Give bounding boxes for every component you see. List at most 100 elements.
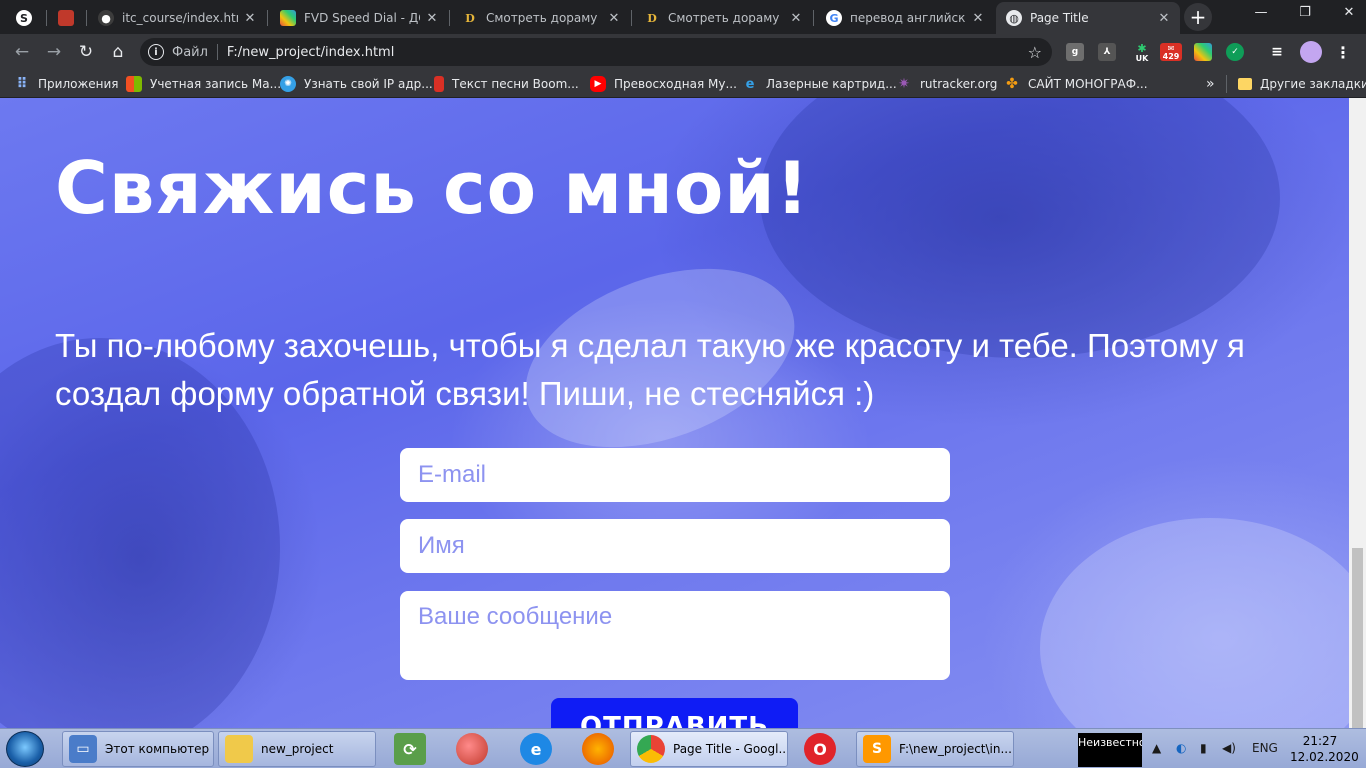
tab-dorama-2[interactable]: D Смотреть дораму По ✕ <box>634 2 812 34</box>
taskbar-item-sublime[interactable]: S F:\new_project\in... <box>856 731 1014 767</box>
close-icon[interactable]: ✕ <box>970 11 986 26</box>
lyrics-icon <box>434 76 444 92</box>
info-icon[interactable]: i <box>148 44 164 60</box>
tab-page-title[interactable]: ◍ Page Title ✕ <box>996 2 1180 34</box>
address-divider <box>216 44 218 60</box>
language-indicator[interactable]: ENG <box>1252 741 1278 755</box>
bookmark-label: Узнать свой IP адр... <box>304 77 433 91</box>
bookmark-apps[interactable]: ⠿ Приложения <box>14 75 119 93</box>
forward-icon[interactable]: → <box>40 38 68 66</box>
joomla-icon: ✤ <box>1006 76 1018 92</box>
bookmark-lyrics[interactable]: Текст песни Boom... <box>434 75 579 93</box>
taskbar-item-chrome[interactable]: Page Title - Googl... <box>630 731 788 767</box>
tab-translate[interactable]: G перевод английский ✕ <box>816 2 994 34</box>
cartridge-icon: e <box>745 76 755 92</box>
taskbar-item-folder[interactable]: new_project <box>218 731 376 767</box>
network-icon[interactable]: ▮ <box>1200 741 1207 755</box>
tab-separator <box>46 10 47 26</box>
menu-icon[interactable]: ⋮ <box>1334 43 1352 62</box>
bookmark-other-folder[interactable]: Другие закладки <box>1238 75 1366 93</box>
dorama-icon: D <box>647 11 657 25</box>
bookmark-label: Лазерные картрид... <box>766 77 897 91</box>
tab-pinned-1[interactable]: S <box>6 2 46 34</box>
close-icon[interactable]: ✕ <box>424 11 440 26</box>
extension-lang-badge: UK <box>1135 53 1149 63</box>
tab-title: Смотреть дораму Ри <box>486 11 602 25</box>
extension-lang-icon[interactable]: ✱ UK <box>1130 42 1154 63</box>
extension-speed-dial-icon[interactable] <box>1194 43 1212 61</box>
start-button[interactable] <box>6 731 44 767</box>
reload-icon[interactable]: ↻ <box>72 38 100 66</box>
bookmark-microsoft[interactable]: Учетная запись Ма... <box>126 75 281 93</box>
microsoft-icon <box>126 76 142 92</box>
scrollbar-thumb[interactable] <box>1352 548 1363 728</box>
close-icon[interactable]: ✕ <box>788 11 804 26</box>
bookmark-cartridge[interactable]: e Лазерные картрид... <box>742 75 897 93</box>
sublime-icon: S <box>863 735 891 763</box>
tab-title: перевод английский <box>850 11 966 25</box>
extension-pdf-icon[interactable]: ⅄ <box>1098 43 1116 61</box>
minimize-icon[interactable]: — <box>1246 0 1276 24</box>
dorama-icon: D <box>465 11 475 25</box>
taskbar-item-computer[interactable]: ▭ Этот компьютер <box>62 731 214 767</box>
youtube-icon: ▶ <box>590 76 606 92</box>
firefox-icon[interactable] <box>582 733 614 765</box>
bookmark-star-icon[interactable]: ☆ <box>1028 43 1042 62</box>
browser-toolbar: ← → ↻ ⌂ i Файл F:/new_project/index.html… <box>0 34 1366 70</box>
computer-icon: ▭ <box>69 735 97 763</box>
opera-icon[interactable]: O <box>804 733 836 765</box>
tab-dorama-1[interactable]: D Смотреть дораму Ри ✕ <box>452 2 630 34</box>
page-viewport: Свяжись со мной! Ты по-любому захочешь, … <box>0 98 1366 728</box>
bookmark-rutracker[interactable]: ✷ rutracker.org <box>896 75 997 93</box>
bookmark-youtube[interactable]: ▶ Превосходная Му... <box>590 75 737 93</box>
media-player-icon[interactable] <box>456 733 488 765</box>
tab-title: Page Title <box>1030 11 1089 25</box>
address-bar[interactable]: i Файл F:/new_project/index.html ☆ <box>140 38 1052 66</box>
email-field[interactable] <box>400 448 950 502</box>
page-scrollbar[interactable] <box>1349 98 1366 728</box>
home-icon[interactable]: ⌂ <box>104 38 132 66</box>
bookmark-label: САЙТ МОНОГРАФ... <box>1028 77 1148 91</box>
sync-app-icon[interactable]: ⟳ <box>394 733 426 765</box>
close-icon[interactable]: ✕ <box>1156 11 1172 26</box>
tab-title: itc_course/index.html <box>122 11 238 25</box>
tab-itc-course[interactable]: ● itc_course/index.html ✕ <box>88 2 266 34</box>
bookmarks-overflow-button[interactable]: » <box>1206 75 1215 93</box>
bookmark-ip[interactable]: ✺ Узнать свой IP адр... <box>280 75 433 93</box>
back-icon[interactable]: ← <box>8 38 36 66</box>
tray-expand-icon[interactable]: ▲ <box>1152 741 1161 755</box>
taskbar-item-label: new_project <box>261 742 334 756</box>
close-icon[interactable]: ✕ <box>606 11 622 26</box>
extension-g-icon[interactable]: g <box>1066 43 1084 61</box>
page-intro-text: Ты по-любому захочешь, чтобы я сделал та… <box>55 327 1245 412</box>
chrome-icon <box>637 735 665 763</box>
window-close-icon[interactable]: ✕ <box>1334 0 1364 24</box>
rutracker-icon: ✷ <box>898 76 910 92</box>
tray-app-icon[interactable]: ◐ <box>1176 741 1186 755</box>
extension-mail-icon[interactable]: ✉ 429 <box>1160 43 1182 61</box>
windows-taskbar: ▭ Этот компьютер new_project ⟳ e Page Ti… <box>0 728 1366 768</box>
tab-fvd-speed-dial[interactable]: FVD Speed Dial - ДОР ✕ <box>270 2 448 34</box>
address-url[interactable]: F:/new_project/index.html <box>227 45 394 60</box>
address-scheme: Файл <box>172 44 208 60</box>
internet-explorer-icon[interactable]: e <box>520 733 552 765</box>
name-field[interactable] <box>400 519 950 573</box>
extension-shield-icon[interactable]: ✓ <box>1226 43 1244 61</box>
profile-avatar[interactable] <box>1300 41 1322 63</box>
volume-icon[interactable]: ◀) <box>1222 741 1236 755</box>
restore-icon[interactable]: ❐ <box>1290 0 1320 24</box>
bookmarks-divider <box>1226 75 1227 93</box>
ip-icon: ✺ <box>280 76 296 92</box>
clock-time: 21:27 <box>1302 734 1338 748</box>
tab-separator <box>267 10 268 26</box>
media-queue-icon[interactable]: ≡ <box>1268 43 1286 61</box>
folder-icon <box>1238 78 1252 90</box>
new-tab-button[interactable]: + <box>1184 3 1212 31</box>
github-icon: ● <box>98 10 114 26</box>
tab-pinned-2[interactable] <box>48 2 86 34</box>
close-icon[interactable]: ✕ <box>242 11 258 26</box>
submit-button[interactable]: ОТПРАВИТЬ <box>551 698 798 728</box>
message-field[interactable] <box>400 591 950 680</box>
bookmark-monograph[interactable]: ✤ САЙТ МОНОГРАФ... <box>1004 75 1148 93</box>
system-clock[interactable]: 21:27 12.02.2020 <box>1290 733 1359 765</box>
